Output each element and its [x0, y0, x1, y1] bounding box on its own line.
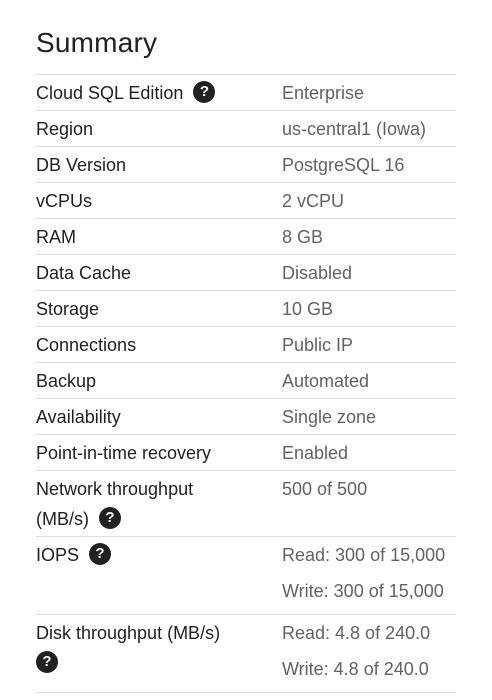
row-label: Backup — [36, 371, 97, 391]
row-value: 500 of 500 — [282, 479, 368, 499]
row-value: Disabled — [282, 263, 353, 283]
help-icon[interactable]: ? — [193, 81, 216, 104]
summary-table: Cloud SQL Edition? Enterprise Region us-… — [36, 74, 456, 693]
summary-row-pitr: Point-in-time recovery Enabled — [36, 435, 456, 471]
summary-row-ram: RAM 8 GB — [36, 219, 456, 255]
summary-row-data-cache: Data Cache Disabled — [36, 255, 456, 291]
summary-row-db-version: DB Version PostgreSQL 16 — [36, 147, 456, 183]
row-label: Point-in-time recovery — [36, 443, 212, 463]
help-icon[interactable]: ? — [36, 651, 58, 674]
disk-write-value: Write: 4.8 of 240.0 — [282, 659, 429, 679]
row-label-text: Disk throughput (MB/s) — [36, 623, 221, 643]
row-value: Automated — [282, 371, 370, 391]
row-value-group: Read: 300 of 15,000 Write: 300 of 15,000 — [282, 537, 456, 614]
row-label: Network throughput (MB/s)? — [36, 471, 282, 536]
row-value: us-central1 (Iowa) — [282, 119, 427, 139]
help-icon[interactable]: ? — [89, 543, 112, 566]
summary-row-vcpus: vCPUs 2 vCPU — [36, 183, 456, 219]
row-label: Region — [36, 119, 94, 139]
row-label: Storage — [36, 299, 100, 319]
row-value: 2 vCPU — [282, 191, 345, 211]
row-label-text: IOPS — [36, 545, 80, 565]
summary-row-edition: Cloud SQL Edition? Enterprise — [36, 75, 456, 111]
row-label: Connections — [36, 335, 137, 355]
row-value: Single zone — [282, 407, 377, 427]
row-value: PostgreSQL 16 — [282, 155, 405, 175]
disk-read-value: Read: 4.8 of 240.0 — [282, 623, 431, 643]
summary-row-iops: IOPS? Read: 300 of 15,000 Write: 300 of … — [36, 537, 456, 615]
row-label: Data Cache — [36, 263, 132, 283]
row-label: RAM — [36, 227, 76, 247]
row-label: Cloud SQL Edition? — [36, 75, 282, 110]
summary-row-disk-throughput: Disk throughput (MB/s) ? Read: 4.8 of 24… — [36, 615, 456, 693]
row-value: Enabled — [282, 443, 349, 463]
row-value: 10 GB — [282, 299, 334, 319]
summary-row-connections: Connections Public IP — [36, 327, 456, 363]
summary-row-network-throughput: Network throughput (MB/s)? 500 of 500 — [36, 471, 456, 537]
row-value: Public IP — [282, 335, 354, 355]
summary-row-storage: Storage 10 GB — [36, 291, 456, 327]
summary-row-availability: Availability Single zone — [36, 399, 456, 435]
row-label: DB Version — [36, 155, 127, 175]
help-icon[interactable]: ? — [99, 507, 121, 530]
summary-row-backup: Backup Automated — [36, 363, 456, 399]
row-label-text: (MB/s) — [36, 509, 89, 529]
summary-panel: Summary Cloud SQL Edition? Enterprise Re… — [36, 0, 456, 693]
row-label: Availability — [36, 407, 121, 427]
row-value: 8 GB — [282, 227, 324, 247]
row-label-text: Cloud SQL Edition — [36, 83, 184, 103]
row-label-text: Network throughput — [36, 479, 194, 499]
iops-read-value: Read: 300 of 15,000 — [282, 545, 446, 565]
summary-row-region: Region us-central1 (Iowa) — [36, 111, 456, 147]
row-value: Enterprise — [282, 83, 365, 103]
row-label: vCPUs — [36, 191, 93, 211]
summary-title: Summary — [36, 27, 158, 58]
iops-write-value: Write: 300 of 15,000 — [282, 581, 444, 601]
row-label: Disk throughput (MB/s) ? — [36, 615, 282, 692]
row-label: IOPS? — [36, 537, 282, 614]
row-value-group: Read: 4.8 of 240.0 Write: 4.8 of 240.0 — [282, 615, 456, 692]
